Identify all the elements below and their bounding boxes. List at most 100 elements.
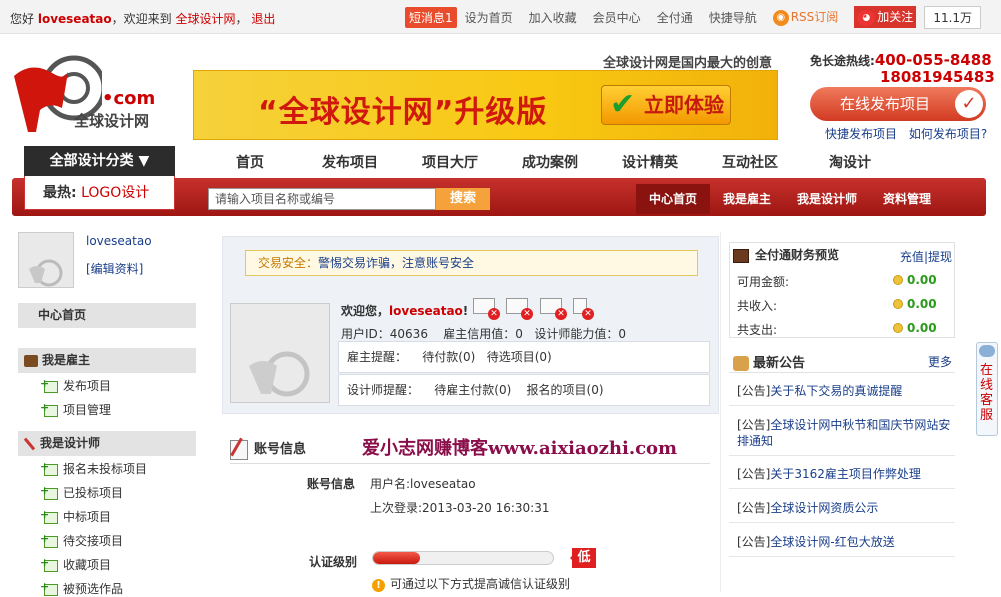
site-name-link[interactable]: 全球设计网: [175, 12, 235, 26]
nav-community[interactable]: 互动社区: [700, 146, 800, 180]
wallet-icon: [733, 248, 749, 263]
sidebar-item-publish[interactable]: 发布项目: [40, 377, 112, 394]
all-categories-dropdown[interactable]: 全部设计分类 ▼: [24, 146, 175, 176]
site-logo[interactable]: •com 全球设计网: [10, 48, 170, 133]
add-icon: [40, 556, 58, 572]
list-item[interactable]: [公告]全球设计网中秋节和国庆节网站安排通知: [737, 417, 952, 449]
add-icon: [40, 460, 58, 476]
subnav-designer[interactable]: 我是设计师: [784, 184, 870, 214]
money-bag-icon: [893, 275, 903, 285]
hot-logo-design-link[interactable]: LOGO设计: [81, 185, 149, 201]
sidebar-item-won[interactable]: 中标项目: [40, 508, 112, 525]
sidebar-avatar[interactable]: [18, 232, 74, 288]
add-favorite-link[interactable]: 加入收藏: [529, 9, 577, 26]
employer-label: 我是雇主: [42, 353, 91, 367]
list-item[interactable]: [公告]关于3162雇主项目作弊处理: [737, 466, 952, 482]
subnav-employer[interactable]: 我是雇主: [710, 184, 784, 214]
finance-value: 0.00: [907, 297, 937, 311]
sidebar-item-favorites[interactable]: 收藏项目: [40, 556, 111, 573]
sidebar-item-label: 中标项目: [63, 510, 112, 524]
search-button[interactable]: 搜索: [436, 188, 490, 210]
list-item[interactable]: [公告]关于私下交易的真诚提醒: [737, 383, 952, 399]
sidebar-item-manage[interactable]: 项目管理: [40, 401, 111, 418]
nav-project-hall[interactable]: 项目大厅: [400, 146, 500, 180]
withdraw-link[interactable]: 提现: [928, 250, 952, 264]
list-item[interactable]: [公告]全球设计网资质公示: [737, 500, 952, 516]
account-info-label: 账号信息: [307, 477, 356, 491]
add-icon: [40, 532, 58, 548]
cert-label: 认证级别: [309, 555, 358, 569]
security-text[interactable]: 警惕交易诈骗，注意账号安全: [318, 256, 474, 270]
unverified-x-icon: ✕: [521, 308, 533, 320]
cert-progress-fill: [373, 552, 420, 564]
weibo-follow-button[interactable]: ◕ 加关注: [854, 6, 917, 28]
try-now-button[interactable]: ✔ 立即体验: [601, 85, 731, 125]
logout-link[interactable]: 退出: [251, 12, 275, 26]
nav-success-cases[interactable]: 成功案例: [500, 146, 600, 180]
nav-designers[interactable]: 设计精英: [600, 146, 700, 180]
hotline-number-1: 400-055-8488: [874, 51, 992, 69]
notice-title: 最新公告: [753, 356, 806, 371]
sidebar-item-center-home[interactable]: 中心首页: [18, 303, 196, 328]
greeting-line: 您好 loveseatao，欢迎来到 全球设计网， 退出: [10, 10, 275, 27]
sidebar-section-employer[interactable]: 我是雇主: [18, 348, 196, 373]
publish-project-button[interactable]: 在线发布项目 ✓: [810, 87, 986, 121]
recharge-link[interactable]: 充值: [900, 250, 924, 264]
finance-label: 可用金额:: [737, 275, 790, 289]
notice-header: 最新公告 更多: [729, 352, 955, 371]
quick-publish-link[interactable]: 快捷发布项目: [825, 127, 897, 141]
subnav-profile[interactable]: 资料管理: [870, 184, 944, 214]
add-icon: [40, 401, 58, 417]
default-avatar-icon: [249, 351, 310, 397]
sidebar-section-designer[interactable]: 我是设计师: [18, 431, 196, 456]
sms-badge[interactable]: 短消息1: [405, 6, 457, 28]
rss-label: RSS订阅: [790, 10, 839, 25]
chat-bubble-icon: [979, 345, 995, 357]
subnav-center-home[interactable]: 中心首页: [636, 184, 711, 214]
finance-value: 0.00: [907, 321, 937, 335]
fans-count: 11.1万: [924, 5, 982, 29]
applied-projects-link[interactable]: 报名的项目(0): [527, 383, 604, 397]
hotline-label: 免长途热线:: [810, 54, 875, 68]
nav-publish[interactable]: 发布项目: [300, 146, 400, 180]
finance-header: 全付通财务预览 充值|提现: [729, 246, 955, 264]
hot-label: 最热:: [43, 185, 77, 201]
online-service-button[interactable]: 在线客服: [976, 342, 998, 436]
rss-icon: ◉: [772, 9, 789, 26]
online-service-label: 在线客服: [980, 363, 994, 423]
notice-text: 关于私下交易的真诚提醒: [770, 384, 903, 398]
notice-text: 全球设计网-红包大放送: [770, 535, 895, 549]
welcome-text: ，欢迎来到: [111, 12, 172, 26]
set-homepage-link[interactable]: 设为首页: [465, 9, 513, 26]
notice-more-link[interactable]: 更多: [928, 353, 952, 370]
sidebar-item-applied[interactable]: 报名未投标项目: [40, 460, 147, 477]
notice-prefix: [公告]: [737, 418, 771, 432]
list-item[interactable]: [公告]全球设计网-红包大放送: [737, 534, 952, 550]
finance-row-expense: 共支出: 0.00: [737, 321, 947, 338]
pending-payment-link[interactable]: 待付款(0): [422, 350, 475, 364]
sidebar-username[interactable]: loveseatao: [86, 234, 152, 248]
sidebar-item-label: 待交接项目: [63, 534, 124, 548]
megaphone-icon: [733, 356, 749, 371]
nav-tao-design[interactable]: 淘设计: [800, 146, 900, 180]
pending-select-link[interactable]: 待选项目(0): [487, 350, 552, 364]
search-input[interactable]: 请输入项目名称或编号: [208, 188, 436, 210]
how-publish-link[interactable]: 如何发布项目?: [909, 127, 987, 141]
sidebar-item-handover[interactable]: 待交接项目: [40, 532, 124, 549]
quanfutong-link[interactable]: 全付通: [657, 9, 693, 26]
upgrade-banner[interactable]: “全球设计网”升级版 ✔ 立即体验: [193, 70, 778, 140]
member-center-link[interactable]: 会员中心: [593, 9, 641, 26]
awaiting-employer-payment-link[interactable]: 待雇主付款(0): [434, 383, 511, 397]
notice-text: 关于3162雇主项目作弊处理: [770, 467, 921, 481]
designer-remind-label: 设计师提醒：: [347, 383, 420, 397]
quick-nav-link[interactable]: 快捷导航: [709, 9, 757, 26]
rss-link[interactable]: ◉ RSS订阅: [772, 8, 839, 26]
nav-home[interactable]: 首页: [200, 146, 300, 180]
sidebar-item-bid[interactable]: 已投标项目: [40, 484, 123, 501]
finance-row-available: 可用金额: 0.00: [737, 273, 947, 290]
edit-profile-link[interactable]: [编辑资料]: [86, 260, 143, 277]
user-avatar-large[interactable]: [230, 303, 330, 403]
top-username-link[interactable]: loveseatao: [38, 12, 112, 26]
sidebar-item-label: 发布项目: [63, 379, 112, 393]
divider: [729, 405, 955, 406]
